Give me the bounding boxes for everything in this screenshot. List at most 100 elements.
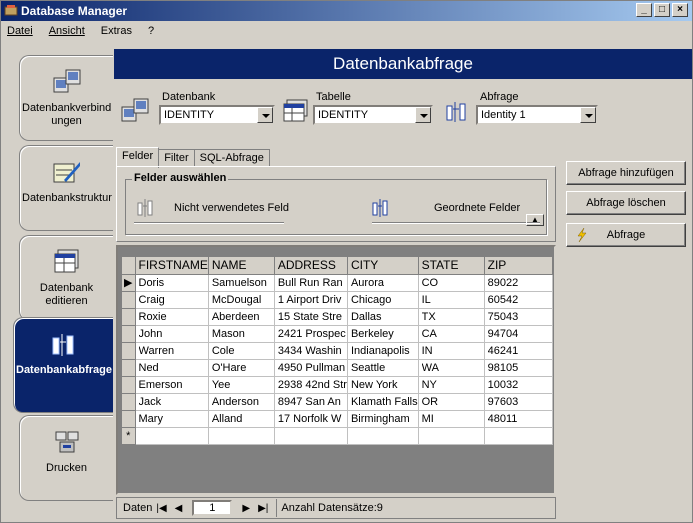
scroll-up-button[interactable]: ▲: [526, 214, 544, 226]
table-cell[interactable]: TX: [418, 308, 485, 326]
prev-record-button[interactable]: ◀: [175, 503, 183, 514]
title-bar[interactable]: Database Manager _ □ ×: [1, 1, 692, 21]
column-header[interactable]: ZIP: [484, 257, 553, 275]
datenbank-select[interactable]: IDENTITY: [159, 105, 275, 125]
table-cell[interactable]: 98105: [484, 359, 553, 377]
table-cell[interactable]: OR: [418, 393, 485, 411]
table-cell[interactable]: Warren: [135, 342, 209, 360]
data-grid[interactable]: FIRSTNAME NAME ADDRESS CITY STATE ZIP ▶ D…: [116, 245, 556, 495]
menu-extras[interactable]: Extras: [101, 25, 132, 37]
nav-drucken[interactable]: Drucken: [19, 415, 113, 501]
column-header[interactable]: FIRSTNAME: [135, 257, 209, 275]
table-cell[interactable]: NY: [418, 376, 485, 394]
abfrage-select[interactable]: Identity 1: [476, 105, 598, 125]
column-header[interactable]: STATE: [418, 257, 485, 275]
tabelle-select[interactable]: IDENTITY: [313, 105, 433, 125]
delete-query-button[interactable]: Abfrage löschen: [566, 191, 686, 215]
nav-datenbankstruktur[interactable]: Datenbankstruktur: [19, 145, 113, 231]
table-cell[interactable]: 60542: [484, 291, 553, 309]
table-cell[interactable]: Doris: [135, 274, 209, 292]
table-cell[interactable]: Aurora: [347, 274, 419, 292]
table-cell[interactable]: 2938 42nd Str: [274, 376, 348, 394]
chevron-down-icon[interactable]: [257, 107, 273, 123]
table-cell[interactable]: Roxie: [135, 308, 209, 326]
table-cell[interactable]: Craig: [135, 291, 209, 309]
chevron-down-icon[interactable]: [415, 107, 431, 123]
column-header[interactable]: NAME: [208, 257, 275, 275]
table-cell[interactable]: Bull Run Ran: [274, 274, 348, 292]
table-row[interactable]: Mary Alland 17 Norfolk W Birmingham MI 48011: [122, 410, 553, 428]
table-cell[interactable]: Indianapolis: [347, 342, 419, 360]
table-cell[interactable]: Mason: [208, 325, 275, 343]
row-selector[interactable]: [122, 393, 136, 411]
table-row[interactable]: ▶ Doris Samuelson Bull Run Ran Aurora CO 89022: [122, 274, 553, 292]
table-cell[interactable]: 4950 Pullman: [274, 359, 348, 377]
minimize-button[interactable]: _: [636, 3, 652, 17]
table-cell[interactable]: Klamath Falls: [347, 393, 419, 411]
table-cell[interactable]: Birmingham: [347, 410, 419, 428]
table-cell[interactable]: Berkeley: [347, 325, 419, 343]
table-row[interactable]: Jack Anderson 8947 San An Klamath Falls OR 97…: [122, 393, 553, 411]
table-cell[interactable]: [274, 427, 348, 445]
table-cell[interactable]: 75043: [484, 308, 553, 326]
first-record-button[interactable]: |◀: [156, 503, 166, 514]
table-cell[interactable]: 94704: [484, 325, 553, 343]
close-button[interactable]: ×: [672, 3, 688, 17]
row-selector[interactable]: ▶: [122, 274, 136, 292]
table-cell[interactable]: MI: [418, 410, 485, 428]
row-selector[interactable]: [122, 325, 136, 343]
column-header[interactable]: CITY: [347, 257, 419, 275]
tab-sql-abfrage[interactable]: SQL-Abfrage: [193, 149, 270, 167]
table-cell[interactable]: 17 Norfolk W: [274, 410, 348, 428]
table-cell[interactable]: 8947 San An: [274, 393, 348, 411]
row-selector[interactable]: [122, 342, 136, 360]
table-cell[interactable]: McDougal: [208, 291, 275, 309]
table-cell[interactable]: 46241: [484, 342, 553, 360]
table-cell[interactable]: 3434 Washin: [274, 342, 348, 360]
table-cell[interactable]: WA: [418, 359, 485, 377]
table-cell[interactable]: [208, 427, 275, 445]
chevron-down-icon[interactable]: [580, 107, 596, 123]
next-record-button[interactable]: ▶: [242, 503, 250, 514]
table-cell[interactable]: IN: [418, 342, 485, 360]
table-cell[interactable]: [484, 427, 553, 445]
row-selector[interactable]: [122, 308, 136, 326]
table-row[interactable]: Warren Cole 3434 Washin Indianapolis IN 46241: [122, 342, 553, 360]
nav-datenbankabfrage[interactable]: Datenbankabfrage: [13, 317, 113, 413]
menu-datei[interactable]: Datei: [7, 25, 33, 37]
table-cell[interactable]: John: [135, 325, 209, 343]
table-cell[interactable]: Alland: [208, 410, 275, 428]
table-cell[interactable]: [135, 427, 209, 445]
table-row[interactable]: Ned O'Hare 4950 Pullman Seattle WA 98105: [122, 359, 553, 377]
row-selector[interactable]: [122, 410, 136, 428]
table-cell[interactable]: [347, 427, 419, 445]
last-record-button[interactable]: ▶|: [258, 503, 268, 514]
row-selector[interactable]: [122, 376, 136, 394]
table-row[interactable]: Craig McDougal 1 Airport Driv Chicago IL 6054…: [122, 291, 553, 309]
new-row[interactable]: *: [122, 427, 553, 445]
table-cell[interactable]: Mary: [135, 410, 209, 428]
table-cell[interactable]: Seattle: [347, 359, 419, 377]
tab-filter[interactable]: Filter: [158, 149, 195, 167]
table-cell[interactable]: 48011: [484, 410, 553, 428]
table-cell[interactable]: [418, 427, 485, 445]
table-row[interactable]: John Mason 2421 Prospec Berkeley CA 94704: [122, 325, 553, 343]
table-cell[interactable]: Chicago: [347, 291, 419, 309]
nav-datenbankverbindungen[interactable]: Datenbankverbind ungen: [19, 55, 113, 141]
table-cell[interactable]: 97603: [484, 393, 553, 411]
table-cell[interactable]: Jack: [135, 393, 209, 411]
table-cell[interactable]: Samuelson: [208, 274, 275, 292]
add-query-button[interactable]: Abfrage hinzufügen: [566, 161, 686, 185]
table-cell[interactable]: New York: [347, 376, 419, 394]
nav-datenbank-editieren[interactable]: Datenbank editieren: [19, 235, 113, 321]
table-cell[interactable]: Ned: [135, 359, 209, 377]
table-cell[interactable]: Aberdeen: [208, 308, 275, 326]
table-cell[interactable]: 2421 Prospec: [274, 325, 348, 343]
table-cell[interactable]: 89022: [484, 274, 553, 292]
menu-ansicht[interactable]: Ansicht: [49, 25, 85, 37]
table-cell[interactable]: CA: [418, 325, 485, 343]
row-selector[interactable]: [122, 291, 136, 309]
table-cell[interactable]: 15 State Stre: [274, 308, 348, 326]
row-selector[interactable]: [122, 359, 136, 377]
new-row-marker[interactable]: *: [122, 427, 136, 445]
